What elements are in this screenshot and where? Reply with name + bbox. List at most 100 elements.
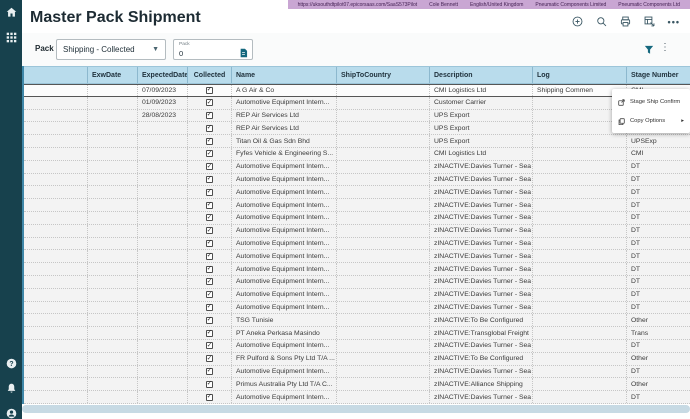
table-row[interactable]: ✓Automotive Equipment Intern...zINACTIVE…: [24, 186, 690, 199]
collected-checkbox[interactable]: ✓: [206, 394, 213, 401]
add-circle-icon[interactable]: [572, 16, 583, 27]
table-row[interactable]: ✓Automotive Equipment Intern...zINACTIVE…: [24, 289, 690, 302]
table-row[interactable]: ✓Automotive Equipment Intern...zINACTIVE…: [24, 391, 690, 404]
collected-checkbox[interactable]: ✓: [206, 163, 213, 170]
table-row[interactable]: ✓Automotive Equipment Intern...zINACTIVE…: [24, 302, 690, 315]
table-row[interactable]: ✓Titan Oil & Gas Sdn BhdUPS ExportUPSExp: [24, 135, 690, 148]
environment-company: Pneumatic Components Limited: [529, 2, 612, 8]
collected-checkbox[interactable]: ✓: [206, 125, 213, 132]
column-header-row-selector[interactable]: [24, 67, 88, 83]
table-row[interactable]: ✓Automotive Equipment Intern...zINACTIVE…: [24, 238, 690, 251]
collected-checkbox[interactable]: ✓: [206, 112, 213, 119]
pack-status-select[interactable]: Shipping - Collected ▼: [56, 39, 166, 60]
export-icon[interactable]: [644, 16, 655, 27]
table-row[interactable]: ✓Primus Australia Pty Ltd T/A C...zINACT…: [24, 378, 690, 391]
filter-icon[interactable]: [644, 42, 654, 60]
cell-name: Automotive Equipment Intern...: [232, 250, 337, 262]
collected-checkbox[interactable]: ✓: [206, 138, 213, 145]
cell-exw: [88, 122, 138, 134]
collected-checkbox[interactable]: ✓: [206, 381, 213, 388]
header-actions: •••: [572, 16, 680, 27]
home-icon[interactable]: [5, 6, 17, 18]
cell-sel: [24, 366, 88, 378]
collected-checkbox[interactable]: ✓: [206, 317, 213, 324]
column-header-Log[interactable]: Log: [533, 67, 627, 83]
column-header-Name[interactable]: Name: [232, 67, 337, 83]
cell-country: [337, 340, 430, 352]
cell-country: [337, 110, 430, 122]
collected-checkbox[interactable]: ✓: [206, 253, 213, 260]
table-row[interactable]: ✓Automotive Equipment Intern...zINACTIVE…: [24, 199, 690, 212]
cell-stage: DT: [627, 212, 690, 224]
cell-log: [533, 314, 627, 326]
notifications-bell-icon[interactable]: [5, 382, 17, 394]
collected-checkbox[interactable]: ✓: [206, 150, 213, 157]
cell-name: A G Air & Co: [232, 85, 337, 96]
table-row[interactable]: ✓REP Air Services LtdUPS Export: [24, 122, 690, 135]
table-row[interactable]: ✓Automotive Equipment Intern...zINACTIVE…: [24, 225, 690, 238]
column-header-ExwDate[interactable]: ExwDate: [88, 67, 138, 83]
collected-checkbox[interactable]: ✓: [206, 189, 213, 196]
table-row[interactable]: 01/09/2023✓Automotive Equipment Intern..…: [24, 97, 690, 110]
table-row[interactable]: 07/09/2023✓A G Air & CoCMI Logistics Ltd…: [24, 84, 690, 97]
cell-collected: ✓: [188, 314, 232, 326]
context-menu-item-copy-options[interactable]: Copy Options▸: [612, 111, 690, 130]
cell-description: UPS Export: [430, 122, 533, 134]
cell-sel: [24, 212, 88, 224]
cell-expected: [138, 378, 188, 390]
horizontal-scrollbar[interactable]: [22, 405, 690, 413]
account-icon[interactable]: [5, 407, 17, 419]
table-row[interactable]: ✓FR Pulford & Sons Pty Ltd T/A ...zINACT…: [24, 353, 690, 366]
collected-checkbox[interactable]: ✓: [206, 202, 213, 209]
collected-checkbox[interactable]: ✓: [206, 214, 213, 221]
cell-stage: DT: [627, 199, 690, 211]
help-icon[interactable]: ?: [5, 357, 17, 369]
table-row[interactable]: ✓PT Aneka Perkasa MasindozINACTIVE:Trans…: [24, 327, 690, 340]
kebab-menu-icon[interactable]: ⋮: [660, 40, 670, 55]
table-row[interactable]: ✓Automotive Equipment Intern...zINACTIVE…: [24, 263, 690, 276]
print-icon[interactable]: [620, 16, 631, 27]
table-row[interactable]: ✓TSG TunisiezINACTIVE:To Be ConfiguredOt…: [24, 314, 690, 327]
apps-grid-icon[interactable]: [5, 31, 17, 43]
cell-stage: DT: [627, 289, 690, 301]
toolbar: Pack Shipping - Collected ▼ Pack 0 ⋮: [22, 33, 690, 66]
collected-checkbox[interactable]: ✓: [206, 176, 213, 183]
collected-checkbox[interactable]: ✓: [206, 87, 213, 94]
context-menu-item-stage-ship-confirm[interactable]: Stage Ship Confirm: [612, 92, 690, 111]
cell-collected: ✓: [188, 378, 232, 390]
collected-checkbox[interactable]: ✓: [206, 330, 213, 337]
column-header-ExpectedDate[interactable]: ExpectedDate: [138, 67, 188, 83]
table-row[interactable]: ✓Automotive Equipment Intern...zINACTIVE…: [24, 366, 690, 379]
cell-expected: [138, 186, 188, 198]
table-row[interactable]: 28/08/2023✓REP Air Services LtdUPS Expor…: [24, 110, 690, 123]
collected-checkbox[interactable]: ✓: [206, 99, 213, 106]
table-row[interactable]: ✓Fyfes Vehicle & Engineering S...CMI Log…: [24, 148, 690, 161]
column-header-Stage Number[interactable]: Stage Number: [627, 67, 690, 83]
collected-checkbox[interactable]: ✓: [206, 355, 213, 362]
cell-stage: Other: [627, 378, 690, 390]
pack-search-icon[interactable]: [239, 45, 248, 63]
table-row[interactable]: ✓Automotive Equipment Intern...zINACTIVE…: [24, 276, 690, 289]
cell-country: [337, 174, 430, 186]
column-header-Description[interactable]: Description: [430, 67, 533, 83]
collected-checkbox[interactable]: ✓: [206, 304, 213, 311]
table-row[interactable]: ✓Automotive Equipment Intern...zINACTIVE…: [24, 161, 690, 174]
overflow-menu-icon[interactable]: •••: [668, 19, 680, 25]
collected-checkbox[interactable]: ✓: [206, 291, 213, 298]
column-header-Collected[interactable]: Collected: [188, 67, 232, 83]
collected-checkbox[interactable]: ✓: [206, 342, 213, 349]
collected-checkbox[interactable]: ✓: [206, 240, 213, 247]
cell-country: [337, 161, 430, 173]
collected-checkbox[interactable]: ✓: [206, 368, 213, 375]
collected-checkbox[interactable]: ✓: [206, 227, 213, 234]
table-row[interactable]: ✓Automotive Equipment Intern...zINACTIVE…: [24, 212, 690, 225]
collected-checkbox[interactable]: ✓: [206, 266, 213, 273]
cell-collected: ✓: [188, 148, 232, 160]
search-icon[interactable]: [596, 16, 607, 27]
collected-checkbox[interactable]: ✓: [206, 278, 213, 285]
table-row[interactable]: ✓Automotive Equipment Intern...zINACTIVE…: [24, 250, 690, 263]
table-row[interactable]: ✓Automotive Equipment Intern...zINACTIVE…: [24, 340, 690, 353]
table-row[interactable]: ✓Automotive Equipment Intern...zINACTIVE…: [24, 174, 690, 187]
column-header-ShipToCountry[interactable]: ShipToCountry: [337, 67, 430, 83]
pack-number-field[interactable]: Pack 0: [173, 39, 253, 60]
